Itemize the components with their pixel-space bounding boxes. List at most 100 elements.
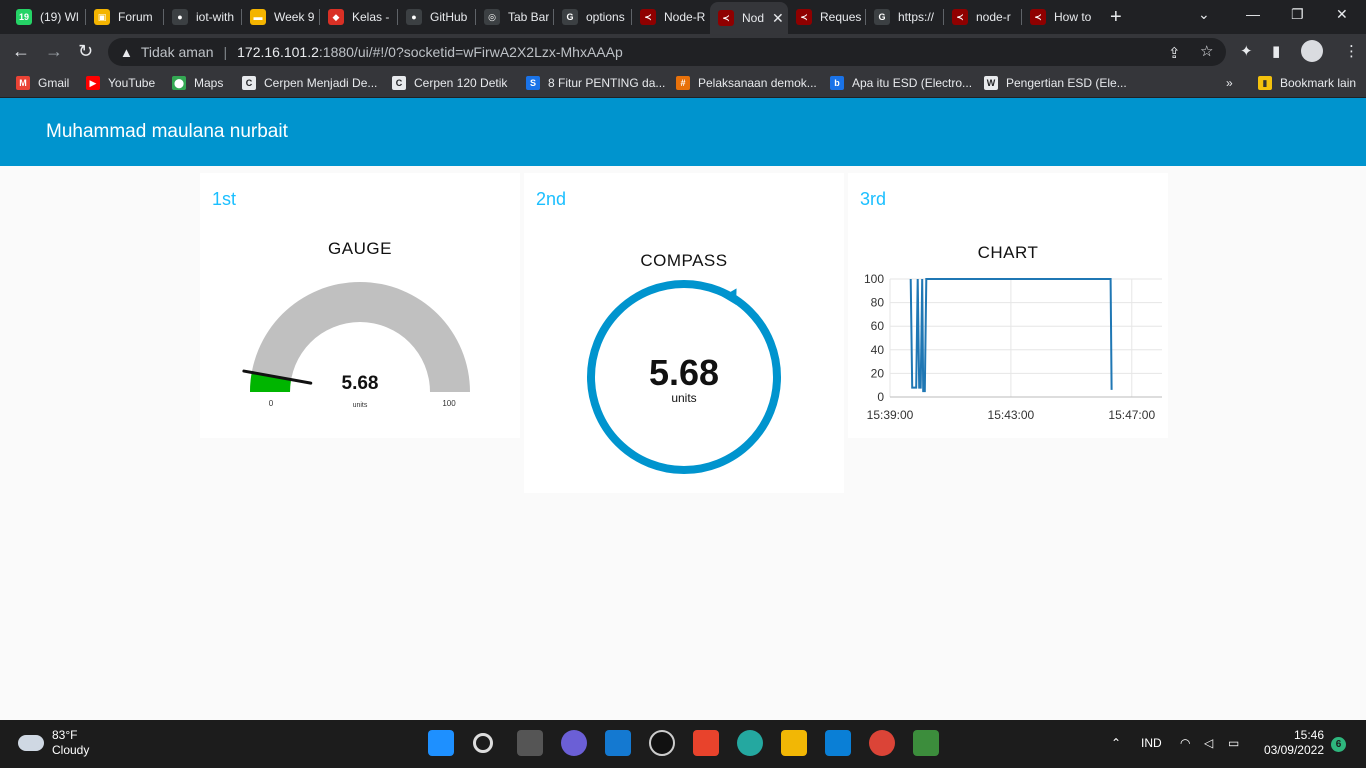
reload-icon[interactable]: ↻ [78,41,93,62]
bookmark-label: YouTube [108,76,156,90]
bookmark-favicon-icon: ▶ [86,76,100,90]
browser-tab[interactable]: ▬ Week 9 [242,4,320,30]
side-panel-icon[interactable]: ▮ [1272,42,1280,60]
gauge-card: 1st GAUGE 5.68 units 0 100 [200,173,520,438]
bookmark-item[interactable]: ▶ YouTube [86,76,155,90]
browser-tab[interactable]: ▣ Forum [86,4,164,30]
minimize-icon[interactable]: — [1246,6,1260,22]
weather-widget[interactable]: 83°F Cloudy [18,728,89,758]
bookmark-label: 8 Fitur PENTING da... [548,76,666,90]
snipping-tool-icon[interactable] [913,730,939,756]
volume-icon[interactable]: ◁ [1204,736,1213,750]
cloud-icon [18,735,44,751]
start-icon[interactable] [428,730,454,756]
browser-tab[interactable]: ● iot-with [164,4,242,30]
bookmark-favicon-icon: b [830,76,844,90]
tab-separator [241,9,242,25]
browser-tab[interactable]: ◆ Kelas - [320,4,398,30]
bookmark-item[interactable]: W Pengertian ESD (Ele... [984,76,1127,90]
meet-icon[interactable] [561,730,587,756]
tab-favicon-icon: 19 [16,9,32,25]
browser-tab[interactable]: ≺ Node-R [632,4,710,30]
bookmark-item[interactable]: ⬤ Maps [172,76,223,90]
forward-icon[interactable]: → [45,41,63,62]
close-tab-icon[interactable]: ✕ [772,10,784,27]
chrome-icon[interactable] [869,730,895,756]
profile-avatar[interactable] [1301,40,1323,62]
mail-icon[interactable] [605,730,631,756]
extensions-icon[interactable]: ✦ [1240,42,1253,60]
tab-title: How to [1054,10,1092,24]
browser-tab-strip: 19 (19) Wl ▣ Forum ● iot-with ▬ Week 9 ◆ Kelas - ●… [0,0,1366,34]
browser-tab[interactable]: ● GitHub [398,4,476,30]
restore-icon[interactable]: ❐ [1291,6,1304,23]
tab-separator [553,9,554,25]
gauge-value: 5.68 [342,373,379,394]
chart-x-tick-label: 15:43:00 [988,408,1035,422]
compass-card: 2nd COMPASS 5.68 units [524,173,844,493]
bookmark-item[interactable]: C Cerpen Menjadi De... [242,76,377,90]
browser-tab[interactable]: ◎ Tab Bar [476,4,554,30]
chart-y-tick-label: 60 [871,319,885,333]
tab-favicon-icon: G [562,9,578,25]
tab-title: (19) Wl [40,10,79,24]
tray-chevron-icon[interactable]: ⌃ [1111,736,1121,750]
bookmark-star-icon[interactable]: ☆ [1200,42,1213,60]
new-tab-button[interactable]: + [1110,6,1122,29]
task-view-icon[interactable] [517,730,543,756]
address-bar[interactable]: ▲ Tidak aman | 172.16.101.2:1880/ui/#!/0… [108,38,1226,66]
bookmark-item[interactable]: b Apa itu ESD (Electro... [830,76,972,90]
share-icon[interactable]: ⇪ [1168,44,1181,62]
dell-icon[interactable] [649,730,675,756]
language-indicator[interactable]: IND [1141,736,1162,750]
browser-tab[interactable]: ≺ node-r [944,4,1022,30]
edge-icon[interactable] [737,730,763,756]
bookmark-item[interactable]: # Pelaksanaan demok... [676,76,817,90]
browser-tab[interactable]: Goptions [554,4,632,30]
battery-icon[interactable]: ▭ [1228,736,1239,750]
tab-title: Forum [118,10,153,24]
dashboard-header: Muhammad maulana nurbait [0,98,1366,166]
browser-tab[interactable]: ≺ Reques [788,4,866,30]
browser-tab[interactable]: ≺ How to [1022,4,1100,30]
bookmark-item[interactable]: C Cerpen 120 Detik [392,76,507,90]
bookmark-label: Maps [194,76,224,90]
warning-icon[interactable]: ▲ [120,45,133,60]
folder-icon: ▮ [1258,76,1272,90]
menu-icon[interactable]: ⋮ [1344,42,1359,60]
clock[interactable]: 15:46 03/09/2022 [1258,728,1324,758]
other-bookmarks-folder[interactable]: ▮ Bookmark lain [1258,76,1356,90]
file-explorer-icon[interactable] [781,730,807,756]
vscode-icon[interactable] [825,730,851,756]
windows-taskbar: 83°F Cloudy ⌃ IND ◠ ◁ ▭ 15:46 03/09/2022… [0,720,1366,768]
chart-x-tick-label: 15:47:00 [1108,408,1155,422]
tab-search-icon[interactable]: ⌄ [1198,6,1210,23]
more-bookmarks-button[interactable]: » [1226,76,1233,90]
tab-favicon-icon: ≺ [718,10,734,26]
wifi-icon[interactable]: ◠ [1180,736,1190,750]
back-icon[interactable]: ← [12,41,30,62]
address-divider: | [223,44,228,60]
url-host: 172.16.101.2 [237,44,319,60]
tab-title: Week 9 [274,10,315,24]
browser-tab[interactable]: Ghttps:// [866,4,944,30]
tab-title: node-r [976,10,1011,24]
notification-badge[interactable]: 6 [1331,737,1346,752]
gauge-max: 100 [442,399,456,408]
tab-separator [943,9,944,25]
tab-favicon-icon: ▬ [250,9,266,25]
browser-tab[interactable]: ≺ Nod ✕ [710,2,788,34]
browser-tab[interactable]: 19 (19) Wl [8,4,86,30]
chart-y-tick-label: 80 [871,296,885,310]
bookmark-favicon-icon: W [984,76,998,90]
close-window-icon[interactable]: ✕ [1336,6,1348,23]
search-icon[interactable] [473,733,493,753]
dashboard-title: Muhammad maulana nurbait [46,121,288,142]
clock-time: 15:46 [1293,728,1324,742]
office-icon[interactable] [693,730,719,756]
compass-value: 5.68 [649,352,719,393]
bookmark-item[interactable]: M Gmail [16,76,69,90]
security-label[interactable]: Tidak aman [141,44,214,60]
chart-x-tick-label: 15:39:00 [867,408,914,422]
bookmark-item[interactable]: S 8 Fitur PENTING da... [526,76,665,90]
